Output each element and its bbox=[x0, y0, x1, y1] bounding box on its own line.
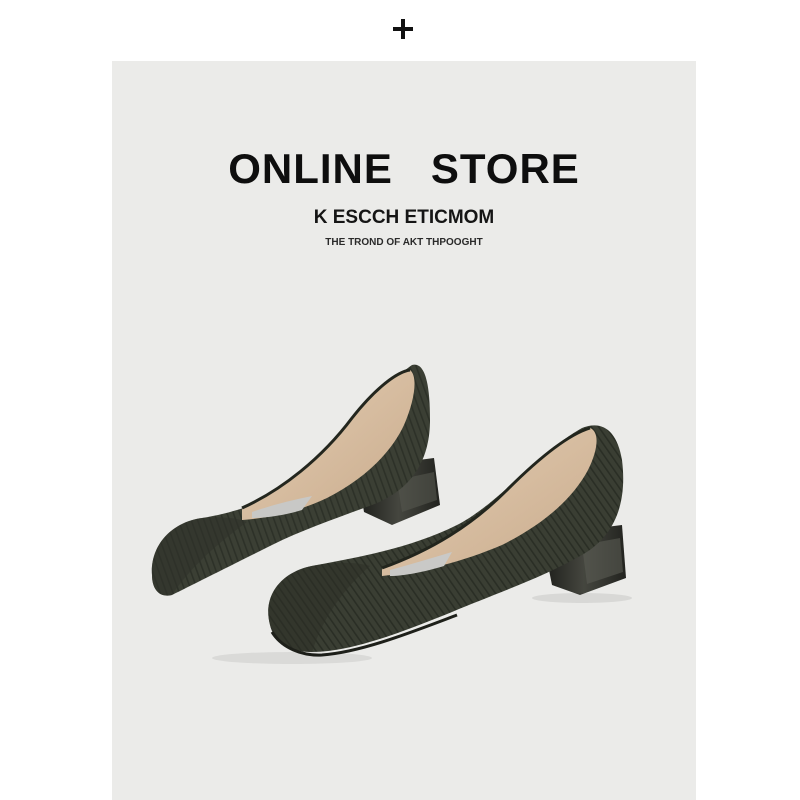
plus-icon[interactable] bbox=[392, 18, 414, 40]
product-image-shoes bbox=[151, 364, 632, 664]
store-subhead: K ESCCH ETICMOM bbox=[313, 207, 495, 228]
store-headline: ONLINE STORE bbox=[228, 145, 580, 192]
store-tagline: THE TROND OF AKT THPOOGHT bbox=[325, 237, 483, 248]
